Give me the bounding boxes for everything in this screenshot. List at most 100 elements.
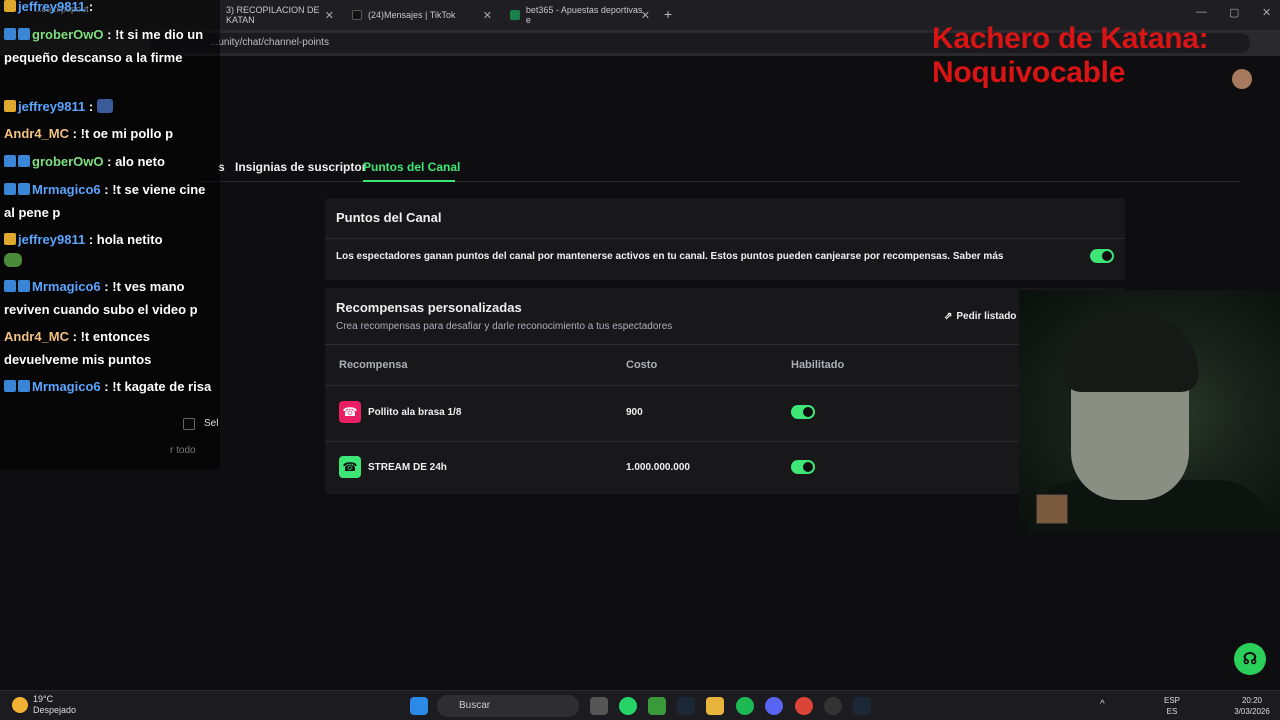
bet365-icon	[510, 10, 520, 20]
avatar[interactable]	[1232, 69, 1252, 89]
sub-badge-icon	[18, 280, 30, 292]
chat-message: jeffrey9811 :	[4, 95, 216, 118]
tray-chevron-icon[interactable]: ^	[1100, 699, 1105, 710]
task-view-icon[interactable]	[590, 697, 608, 715]
divider	[325, 344, 1125, 345]
tab-label: (24)Mensajes | TikTok	[368, 10, 456, 20]
search-label: Buscar	[459, 700, 491, 711]
prime-icon	[4, 155, 16, 167]
tab-channel-points[interactable]: Puntos del Canal	[363, 160, 460, 174]
webcam-hair	[1063, 312, 1199, 392]
active-tab-indicator	[363, 180, 455, 182]
channel-points-card: Puntos del Canal Los espectadores ganan …	[325, 198, 1125, 280]
close-window-icon[interactable]: ✕	[1262, 6, 1271, 19]
reward-cost: 900	[626, 407, 643, 418]
channel-points-toggle[interactable]	[1090, 249, 1114, 263]
help-button[interactable]: ☊	[1234, 643, 1266, 675]
pepe-emote-icon	[4, 253, 22, 267]
obs-icon[interactable]	[824, 697, 842, 715]
crown-icon	[4, 100, 16, 112]
column-header-cost[interactable]: Costo	[626, 359, 657, 371]
chat-message: jeffrey9811 : hola netito	[4, 228, 216, 274]
temperature: 19°C	[33, 694, 54, 704]
windows-start-icon[interactable]	[410, 697, 428, 715]
chat-overlay: ...com/popout jeffrey9811 : groberOwO : …	[0, 0, 220, 470]
sub-badge-icon	[18, 380, 30, 392]
minecraft-icon[interactable]	[648, 697, 666, 715]
channel-points-title: Puntos del Canal	[336, 210, 442, 225]
select-checkbox[interactable]	[183, 418, 195, 430]
language-indicator[interactable]: ESP ES	[1164, 695, 1180, 717]
whatsapp-icon[interactable]	[619, 697, 637, 715]
chat-message: groberOwO : alo neto	[4, 150, 216, 173]
tab-label: 3) RECOPILACION DE KATAN	[226, 5, 320, 25]
tab-recopilacion[interactable]: 3) RECOPILACION DE KATAN ✕	[218, 4, 340, 26]
weather-widget[interactable]: 19°C Despejado	[33, 694, 76, 716]
maximize-icon[interactable]: ▢	[1229, 6, 1239, 19]
divider	[325, 385, 1125, 386]
emote-icon	[96, 99, 113, 113]
prime-icon	[4, 380, 16, 392]
sub-badge-icon	[18, 155, 30, 167]
divider	[325, 441, 1125, 442]
request-list-button[interactable]: ⇗ Pedir listado	[936, 305, 1022, 327]
crown-icon	[4, 233, 16, 245]
select-all-button[interactable]: r todo	[170, 445, 196, 456]
request-list-label: Pedir listado	[956, 310, 1017, 322]
column-header-reward[interactable]: Recompensa	[339, 359, 407, 371]
crown-icon	[4, 0, 16, 12]
tiktok-icon	[352, 10, 362, 20]
tab-label: bet365 - Apuestas deportivas e	[525, 5, 643, 25]
chat-message: Andr4_MC : !t entonces devuelveme mis pu…	[4, 329, 152, 367]
close-icon[interactable]: ✕	[325, 9, 334, 22]
reward-enabled-toggle[interactable]	[791, 460, 815, 474]
spotify-icon[interactable]	[736, 697, 754, 715]
weather-status: Despejado	[33, 705, 77, 715]
chat-message: Mrmagico6 : !t kagate de risa	[4, 375, 216, 398]
chat-message: Mrmagico6 : !t se viene cine al pene p	[4, 182, 206, 220]
divider	[325, 238, 1125, 239]
overlay-title-line1: Kachero de Katana:	[932, 22, 1209, 55]
close-icon[interactable]: ✕	[483, 9, 492, 22]
url-text: ...unity/chat/channel-points	[210, 37, 329, 48]
sub-badge-icon	[18, 28, 30, 40]
minimize-icon[interactable]: —	[1196, 6, 1207, 18]
thumbnail-image	[1036, 494, 1068, 524]
external-link-icon: ⇗	[944, 310, 953, 322]
select-label: Sel	[204, 418, 219, 429]
file-explorer-icon[interactable]	[706, 697, 724, 715]
reward-icon: ☎	[339, 401, 361, 423]
prime-icon	[4, 28, 16, 40]
chat-message: Andr4_MC : !t oe mi pollo p	[4, 126, 174, 141]
settings-subnav: s Insignias de suscriptor Puntos del Can…	[200, 156, 1240, 182]
steam-icon-2[interactable]	[853, 697, 871, 715]
reward-cost: 1.000.000.000	[626, 462, 690, 473]
sub-badge-icon	[18, 183, 30, 195]
tab-subscriber-badges[interactable]: Insignias de suscriptor	[235, 160, 366, 174]
prime-icon	[4, 183, 16, 195]
chat-message: Mrmagico6 : !t ves mano reviven cuando s…	[4, 279, 198, 317]
close-icon[interactable]: ✕	[641, 9, 650, 22]
reward-name: Pollito ala brasa 1/8	[368, 407, 462, 418]
reward-name: STREAM DE 24h	[368, 462, 447, 473]
rewards-subtitle: Crea recompensas para desafiar y darle r…	[336, 321, 673, 332]
steam-icon[interactable]	[677, 697, 695, 715]
rewards-title: Recompensas personalizadas	[336, 300, 522, 315]
new-tab-button[interactable]: +	[664, 6, 672, 22]
taskbar-search[interactable]: Buscar	[437, 695, 579, 717]
channel-points-description: Los espectadores ganan puntos del canal …	[336, 251, 1004, 262]
prime-icon	[4, 280, 16, 292]
chat-message: groberOwO : !t si me dio un pequeño desc…	[4, 27, 204, 65]
weather-icon	[12, 697, 28, 713]
chat-message: jeffrey9811 :	[4, 0, 216, 18]
discord-icon[interactable]	[765, 697, 783, 715]
clock[interactable]: 20:20 3/03/2026	[1228, 695, 1276, 717]
tab-tiktok[interactable]: (24)Mensajes | TikTok ✕	[344, 4, 498, 26]
column-header-enabled[interactable]: Habilitado	[791, 359, 844, 371]
headset-icon: ☊	[1242, 651, 1258, 668]
windows-taskbar: 19°C Despejado Buscar ^ ESP ES 20:20 3/0…	[0, 690, 1280, 720]
chrome-icon[interactable]	[795, 697, 813, 715]
reward-enabled-toggle[interactable]	[791, 405, 815, 419]
tab-bet365[interactable]: bet365 - Apuestas deportivas e ✕	[502, 4, 656, 26]
reward-icon: ☎	[339, 456, 361, 478]
